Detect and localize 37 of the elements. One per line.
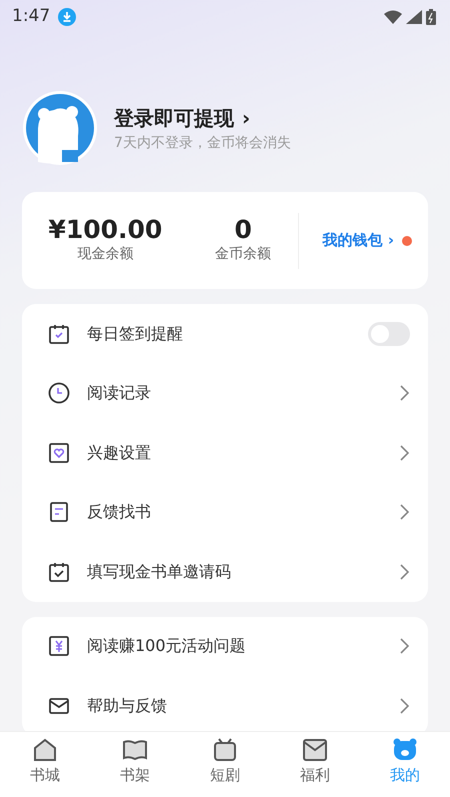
status-time: 1:47 xyxy=(12,5,50,28)
download-icon xyxy=(58,8,76,26)
tab-button[interactable]: 书城 xyxy=(0,732,90,797)
chevron-icon xyxy=(400,385,410,402)
menu-item[interactable]: 反馈找书 xyxy=(47,482,410,542)
chevron-icon[interactable]: › xyxy=(242,102,250,132)
tab-button[interactable]: 短剧 xyxy=(180,732,270,797)
chevron-icon xyxy=(400,564,410,580)
chevron-icon xyxy=(400,638,410,654)
balance-label: 现金余额 xyxy=(76,244,134,264)
note-icon xyxy=(47,500,71,524)
avatar-icon xyxy=(22,90,98,166)
menu-item[interactable]: 兴趣设置 xyxy=(47,423,410,482)
menu-item[interactable]: 阅读记录 xyxy=(47,364,410,423)
wallet-link[interactable]: 我的钱包 › xyxy=(322,229,394,252)
envelope-icon xyxy=(301,736,329,764)
login-title[interactable]: 登录即可提现 xyxy=(114,102,234,132)
menu-item[interactable]: 每日签到提醒 xyxy=(47,304,410,364)
house-icon xyxy=(31,736,59,764)
balance-value: ¥100.00 xyxy=(47,216,164,244)
balance-value: 0 xyxy=(233,216,253,244)
tv-icon xyxy=(211,736,239,764)
tab-button[interactable]: 书架 xyxy=(90,732,180,797)
menu-item[interactable]: 填写现金书单邀请码 xyxy=(47,542,410,602)
clock-icon xyxy=(47,381,71,406)
balance-label: 金币余额 xyxy=(214,244,272,264)
battery-icon xyxy=(426,9,436,25)
tab-button[interactable]: 福利 xyxy=(270,732,360,797)
signal-icon xyxy=(406,10,422,24)
wifi-icon xyxy=(384,10,402,24)
yuan-icon xyxy=(47,634,71,658)
login-hint: 7天内不登录，金币将会消失 xyxy=(114,134,291,152)
menu-item[interactable]: 阅读赚100元活动问题 xyxy=(47,616,410,676)
chevron-icon xyxy=(400,444,410,461)
chevron-icon xyxy=(400,504,410,520)
menu-item[interactable]: 帮助与反馈 xyxy=(47,676,410,731)
chevron-icon xyxy=(400,698,410,714)
